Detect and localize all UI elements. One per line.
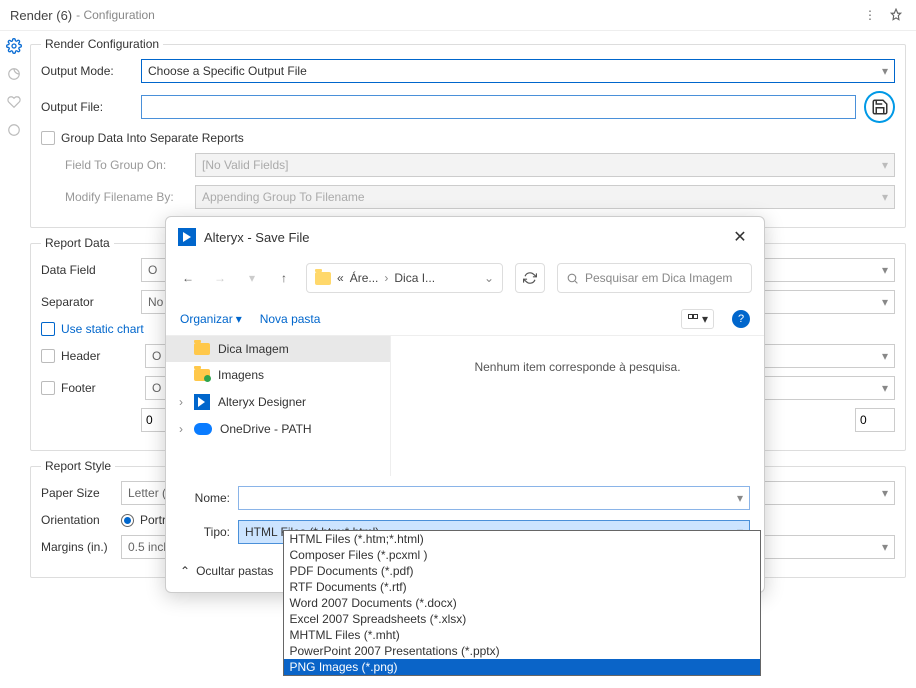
header-label: Header	[61, 349, 145, 363]
chevron-right-icon: ›	[176, 422, 186, 436]
refresh-button[interactable]	[515, 263, 545, 293]
cloud-icon	[194, 423, 212, 435]
nav-recent-icon[interactable]: ▾	[242, 268, 262, 288]
field-group-select: [No Valid Fields]▾	[195, 153, 895, 177]
static-chart-checkbox[interactable]	[41, 322, 55, 336]
static-chart-label: Use static chart	[61, 322, 144, 336]
filetype-label: Tipo:	[180, 525, 230, 539]
tree-item[interactable]: Dica Imagem	[166, 336, 390, 362]
tree-item-label: Alteryx Designer	[218, 395, 306, 409]
filetype-dropdown[interactable]: HTML Files (*.htm;*.html)Composer Files …	[283, 530, 762, 676]
chevron-right-icon: ›	[384, 271, 388, 285]
dialog-toolbar: Organizar ▾ Nova pasta ▾ ?	[166, 303, 764, 336]
folder-icon	[315, 272, 331, 285]
left-rail	[0, 31, 28, 687]
tree-item[interactable]: › Alteryx Designer	[166, 388, 390, 416]
filetype-option[interactable]: PNG Images (*.png)	[284, 659, 761, 675]
tool-subtitle: - Configuration	[76, 8, 155, 22]
small-num-2[interactable]	[855, 408, 895, 432]
chevron-down-icon[interactable]: ⌄	[484, 271, 494, 285]
report-style-legend: Report Style	[41, 459, 115, 473]
tree-item-label: OneDrive - PATH	[220, 422, 312, 436]
title-bar: Render (6) - Configuration ⋮	[0, 0, 916, 31]
render-config-legend: Render Configuration	[41, 37, 163, 51]
tool-title: Render (6)	[10, 8, 72, 23]
footer-checkbox[interactable]	[41, 381, 55, 395]
filetype-option[interactable]: HTML Files (*.htm;*.html)	[284, 531, 761, 547]
orientation-label: Orientation	[41, 513, 121, 527]
filetype-option[interactable]: Word 2007 Documents (*.docx)	[284, 595, 761, 611]
kebab-icon[interactable]: ⋮	[860, 5, 880, 25]
margins-label: Margins (in.)	[41, 540, 121, 554]
filetype-option[interactable]: Excel 2007 Spreadsheets (*.xlsx)	[284, 611, 761, 627]
config-tab-icon[interactable]	[5, 37, 23, 55]
output-file-input[interactable]	[141, 95, 856, 119]
empty-message: Nenhum item corresponde à pesquisa.	[474, 360, 680, 374]
modify-filename-select: Appending Group To Filename▾	[195, 185, 895, 209]
new-folder-button[interactable]: Nova pasta	[260, 312, 321, 326]
output-mode-label: Output Mode:	[41, 64, 141, 78]
filetype-option[interactable]: PowerPoint 2007 Presentations (*.pptx)	[284, 643, 761, 659]
orientation-portrait-radio[interactable]	[121, 514, 134, 527]
output-file-label: Output File:	[41, 100, 141, 114]
alteryx-icon	[194, 394, 210, 410]
view-mode-button[interactable]: ▾	[681, 309, 714, 329]
dialog-title: Alteryx - Save File	[204, 230, 309, 245]
chevron-up-icon: ⌃	[180, 564, 190, 578]
output-mode-select[interactable]: Choose a Specific Output File ▾	[141, 59, 895, 83]
report-data-legend: Report Data	[41, 236, 114, 250]
header-checkbox[interactable]	[41, 349, 55, 363]
modify-filename-label: Modify Filename By:	[65, 190, 195, 204]
filename-input[interactable]: ▾	[238, 486, 750, 510]
search-icon	[566, 272, 579, 285]
tree-item-label: Imagens	[218, 368, 264, 382]
alteryx-icon	[178, 228, 196, 246]
chevron-down-icon: ▾	[737, 491, 743, 505]
filetype-option[interactable]: Composer Files (*.pcxml )	[284, 547, 761, 563]
chevron-down-icon: ▾	[882, 64, 888, 78]
render-config-group: Render Configuration Output Mode: Choose…	[30, 37, 906, 228]
filetype-option[interactable]: RTF Documents (*.rtf)	[284, 579, 761, 595]
search-input[interactable]: Pesquisar em Dica Imagem	[557, 263, 752, 293]
group-data-label: Group Data Into Separate Reports	[61, 131, 244, 145]
breadcrumb[interactable]: « Áre... › Dica I... ⌄	[306, 263, 503, 293]
organize-button[interactable]: Organizar ▾	[180, 312, 242, 326]
folder-icon	[194, 343, 210, 355]
close-icon[interactable]: ✕	[728, 225, 752, 249]
rail-icon-4[interactable]	[5, 121, 23, 139]
nav-up-icon[interactable]: ↑	[274, 268, 294, 288]
footer-label: Footer	[61, 381, 145, 395]
file-list-pane: Nenhum item corresponde à pesquisa.	[391, 336, 764, 476]
filetype-option[interactable]: PDF Documents (*.pdf)	[284, 563, 761, 579]
save-file-button[interactable]	[864, 91, 895, 123]
rail-icon-2[interactable]	[5, 65, 23, 83]
chevron-right-icon: ›	[176, 395, 186, 409]
separator-label: Separator	[41, 295, 141, 309]
dialog-titlebar: Alteryx - Save File ✕	[166, 217, 764, 257]
folder-icon	[194, 369, 210, 381]
chevron-down-icon: ▾	[236, 312, 242, 326]
folder-tree: Dica Imagem Imagens › Alteryx Designer › OneD…	[166, 336, 391, 476]
pin-icon[interactable]	[886, 5, 906, 25]
paper-size-label: Paper Size	[41, 486, 121, 500]
filename-label: Nome:	[180, 491, 230, 505]
data-field-label: Data Field	[41, 263, 141, 277]
nav-forward-icon: →	[210, 268, 230, 288]
chevron-down-icon: ▾	[702, 312, 708, 326]
tree-item[interactable]: › OneDrive - PATH	[166, 416, 390, 442]
field-group-label: Field To Group On:	[65, 158, 195, 172]
hide-folders-button[interactable]: ⌃ Ocultar pastas	[180, 564, 273, 578]
nav-back-icon[interactable]: ←	[178, 268, 198, 288]
group-data-checkbox[interactable]	[41, 131, 55, 145]
dialog-nav: ← → ▾ ↑ « Áre... › Dica I... ⌄ Pesquisar…	[166, 257, 764, 303]
tree-item-label: Dica Imagem	[218, 342, 289, 356]
help-icon[interactable]: ?	[732, 310, 750, 328]
rail-icon-3[interactable]	[5, 93, 23, 111]
tree-item[interactable]: Imagens	[166, 362, 390, 388]
filetype-option[interactable]: MHTML Files (*.mht)	[284, 627, 761, 643]
